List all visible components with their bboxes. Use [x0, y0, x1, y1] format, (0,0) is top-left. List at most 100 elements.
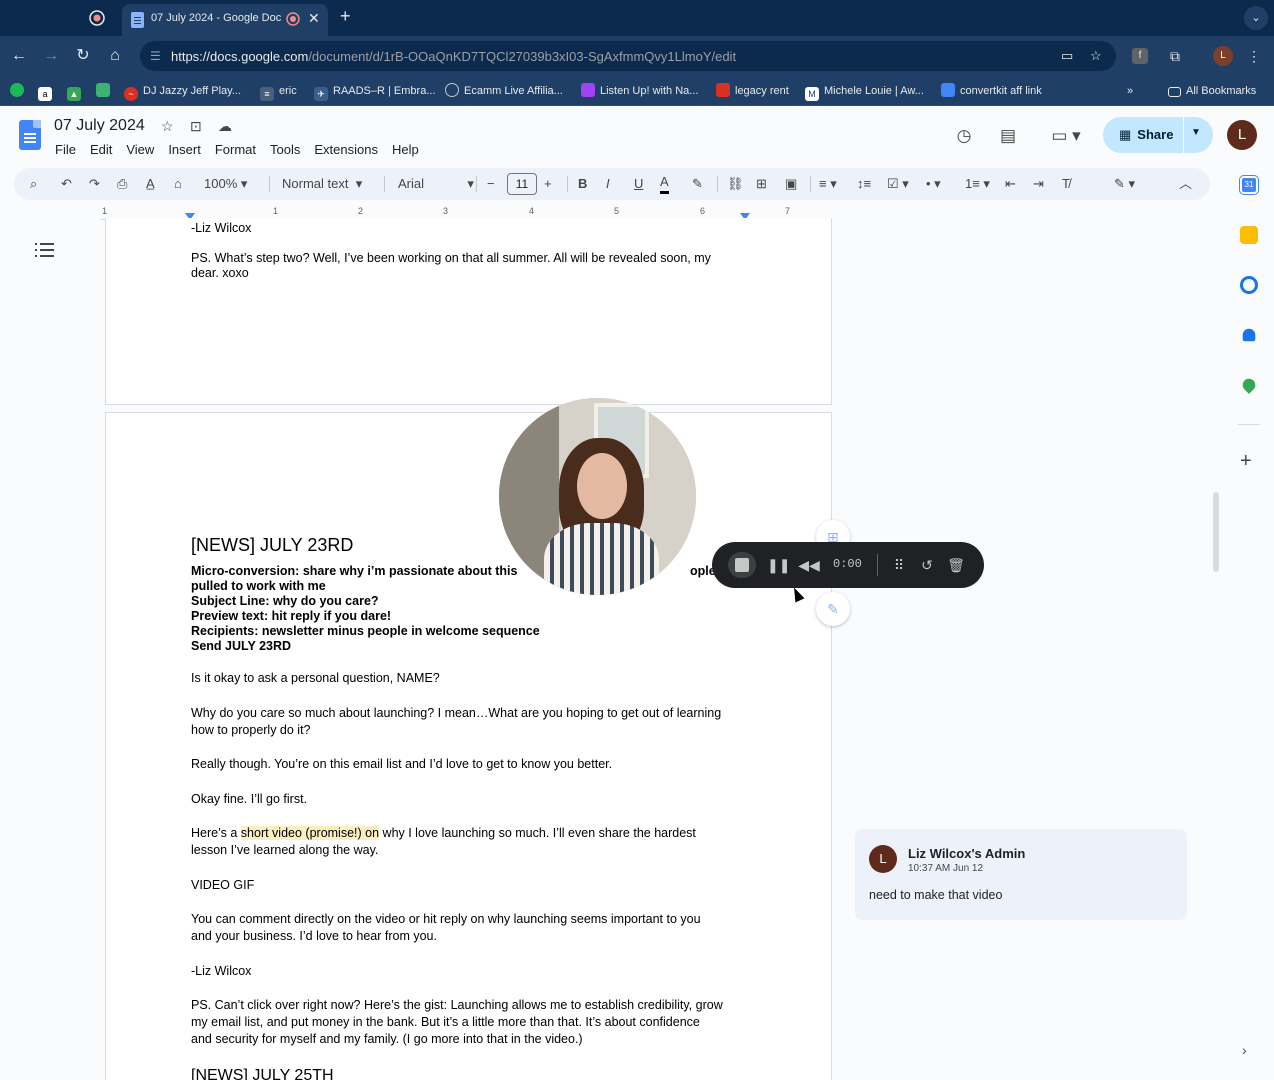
decrease-font-size-icon[interactable]: − — [487, 174, 495, 194]
get-addons-plus-icon[interactable]: + — [1240, 450, 1252, 473]
font-select[interactable]: Arial ▾ — [398, 174, 474, 194]
commented-highlight[interactable]: short video (promise!) on — [240, 826, 380, 840]
comment-card[interactable]: L Liz Wilcox's Admin 10:37 AM Jun 12 nee… — [855, 829, 1187, 920]
show-side-panel-chevron-icon[interactable]: › — [1242, 1042, 1247, 1058]
home-icon[interactable]: ⌂ — [104, 45, 126, 67]
checklist-icon[interactable]: ☑ ▾ — [887, 174, 909, 194]
bookmark-amazon[interactable]: a — [38, 82, 57, 101]
back-arrow-icon[interactable]: ← — [8, 45, 30, 67]
underline-icon[interactable]: U — [634, 174, 643, 194]
menu-tools[interactable]: Tools — [263, 140, 307, 160]
tab-search-chevron-icon[interactable]: ⌄ — [1244, 6, 1268, 30]
share-button[interactable]: Share ▼ — [1103, 117, 1213, 153]
tasks-icon[interactable] — [1240, 276, 1258, 294]
line-spacing-icon[interactable]: ↕≡ — [857, 174, 871, 194]
document-page[interactable] — [105, 218, 832, 405]
meet-camera-icon[interactable]: ▭ ▾ — [1046, 124, 1086, 148]
suggest-edits-float-icon[interactable]: ✎ — [816, 592, 850, 626]
account-avatar[interactable]: L — [1227, 120, 1257, 150]
bookmark-6[interactable]: M Michele Louie | Aw... — [805, 82, 924, 101]
bookmark-5[interactable]: legacy rent — [716, 82, 789, 100]
align-left-icon[interactable]: ≡ ▾ — [819, 174, 837, 194]
paint-format-icon[interactable]: ⌂ — [174, 174, 182, 194]
share-dropdown-icon[interactable]: ▼ — [1191, 127, 1201, 138]
browser-menu-icon[interactable]: ⋮ — [1244, 46, 1264, 66]
bookmark-spotify[interactable] — [10, 82, 29, 100]
calendar-icon[interactable]: 31 — [1240, 176, 1258, 194]
insert-image-icon[interactable]: ▣ — [785, 174, 797, 194]
insert-link-icon[interactable]: ⛓ — [727, 174, 744, 194]
bookmark-7[interactable]: convertkit aff link — [941, 82, 1042, 100]
new-tab-icon[interactable]: + — [340, 6, 351, 27]
bold-icon[interactable]: B — [578, 174, 587, 194]
bookmark-0[interactable]: ~ DJ Jazzy Jeff Play... — [124, 82, 241, 101]
hide-menus-chevron-icon[interactable]: ︿ — [1179, 174, 1192, 194]
italic-icon[interactable]: I — [606, 174, 610, 194]
print-icon[interactable]: ⎙ — [117, 174, 127, 194]
bookmark-star-icon[interactable]: ☆ — [1090, 48, 1102, 64]
numbered-list-icon[interactable]: 1≡ ▾ — [965, 174, 990, 194]
menu-help[interactable]: Help — [385, 140, 426, 160]
text-color-icon[interactable]: A — [660, 174, 669, 194]
address-bar[interactable]: ☰ https://docs.google.com/document/d/1rB… — [140, 41, 1116, 71]
browser-tab-active[interactable]: 07 July 2024 - Google Docs ✕ — [122, 4, 328, 36]
webcam-bubble[interactable] — [499, 398, 696, 595]
menu-extensions[interactable]: Extensions — [307, 140, 385, 160]
all-bookmarks[interactable]: All Bookmarks — [1168, 82, 1256, 100]
close-tab-icon[interactable]: ✕ — [308, 10, 320, 27]
more-bookmarks-icon[interactable]: » — [1127, 82, 1133, 100]
stop-recording-button[interactable] — [728, 552, 756, 578]
font-size-input[interactable]: 11 — [507, 173, 537, 195]
bookmark-4[interactable]: Listen Up! with Na... — [581, 82, 698, 100]
zoom-select[interactable]: 100% ▾ — [204, 174, 247, 194]
bookmark-drive[interactable]: ▲ — [67, 82, 86, 101]
editing-mode-icon[interactable]: ✎ ▾ — [1114, 174, 1135, 194]
rewind-icon[interactable]: ◀◀ — [797, 555, 821, 575]
menu-insert[interactable]: Insert — [161, 140, 208, 160]
delete-trash-icon[interactable]: 🗑 — [946, 555, 966, 575]
clear-formatting-icon[interactable]: T̸ — [1062, 174, 1070, 194]
reload-icon[interactable]: ↻ — [72, 45, 94, 67]
star-icon[interactable]: ☆ — [161, 118, 174, 135]
bookmark-1[interactable]: ≡ eric — [260, 82, 297, 101]
drag-handle-icon[interactable]: ⠿ — [889, 555, 909, 575]
document-scrollbar[interactable] — [1213, 492, 1219, 572]
menu-view[interactable]: View — [119, 140, 161, 160]
version-history-icon[interactable]: ◷ — [952, 124, 976, 148]
spellcheck-icon[interactable]: A̲ — [146, 174, 155, 194]
profile-avatar[interactable]: L — [1213, 46, 1233, 66]
menu-edit[interactable]: Edit — [83, 140, 119, 160]
document-title[interactable]: 07 July 2024 — [54, 117, 145, 135]
comments-icon[interactable]: ▤ — [996, 124, 1020, 148]
menu-format[interactable]: Format — [208, 140, 263, 160]
bookmark-3[interactable]: Ecamm Live Affilia... — [445, 82, 563, 100]
highlight-color-icon[interactable]: ✎ — [692, 174, 703, 194]
increase-font-size-icon[interactable]: + — [544, 174, 552, 194]
menu-file[interactable]: File — [48, 140, 83, 160]
site-info-icon[interactable]: ☰ — [150, 49, 161, 63]
pause-icon[interactable]: ❚❚ — [767, 555, 790, 575]
keep-icon[interactable] — [1240, 226, 1258, 244]
recording-tab-icon[interactable] — [88, 9, 106, 27]
restart-icon[interactable]: ↺ — [917, 555, 937, 575]
bookmark-2[interactable]: ✈ RAADS–R | Embra... — [314, 82, 436, 101]
move-folder-icon[interactable]: ⊡ — [190, 118, 202, 135]
google-docs-logo-icon[interactable] — [19, 120, 41, 150]
maps-icon[interactable] — [1240, 376, 1258, 394]
camera-in-use-icon[interactable]: ▭ — [1061, 48, 1073, 64]
extensions-puzzle-icon[interactable]: ⧉ — [1165, 46, 1185, 66]
contacts-icon[interactable] — [1242, 328, 1256, 342]
style-select[interactable]: Normal text ▾ — [282, 174, 362, 194]
forward-arrow-icon[interactable]: → — [40, 45, 62, 67]
document-outline-icon[interactable] — [35, 243, 54, 259]
add-comment-icon[interactable]: ⊞ — [756, 174, 767, 194]
bookmark-app[interactable] — [96, 82, 115, 100]
extension-icon[interactable]: f — [1132, 48, 1148, 64]
cloud-saved-icon[interactable]: ☁ — [218, 118, 232, 135]
undo-icon[interactable]: ↶ — [61, 174, 72, 194]
decrease-indent-icon[interactable]: ⇤ — [1005, 174, 1016, 194]
redo-icon[interactable]: ↷ — [89, 174, 100, 194]
increase-indent-icon[interactable]: ⇥ — [1033, 174, 1044, 194]
search-menus-icon[interactable]: ⌕ — [30, 174, 37, 194]
bulleted-list-icon[interactable]: • ▾ — [926, 174, 941, 194]
